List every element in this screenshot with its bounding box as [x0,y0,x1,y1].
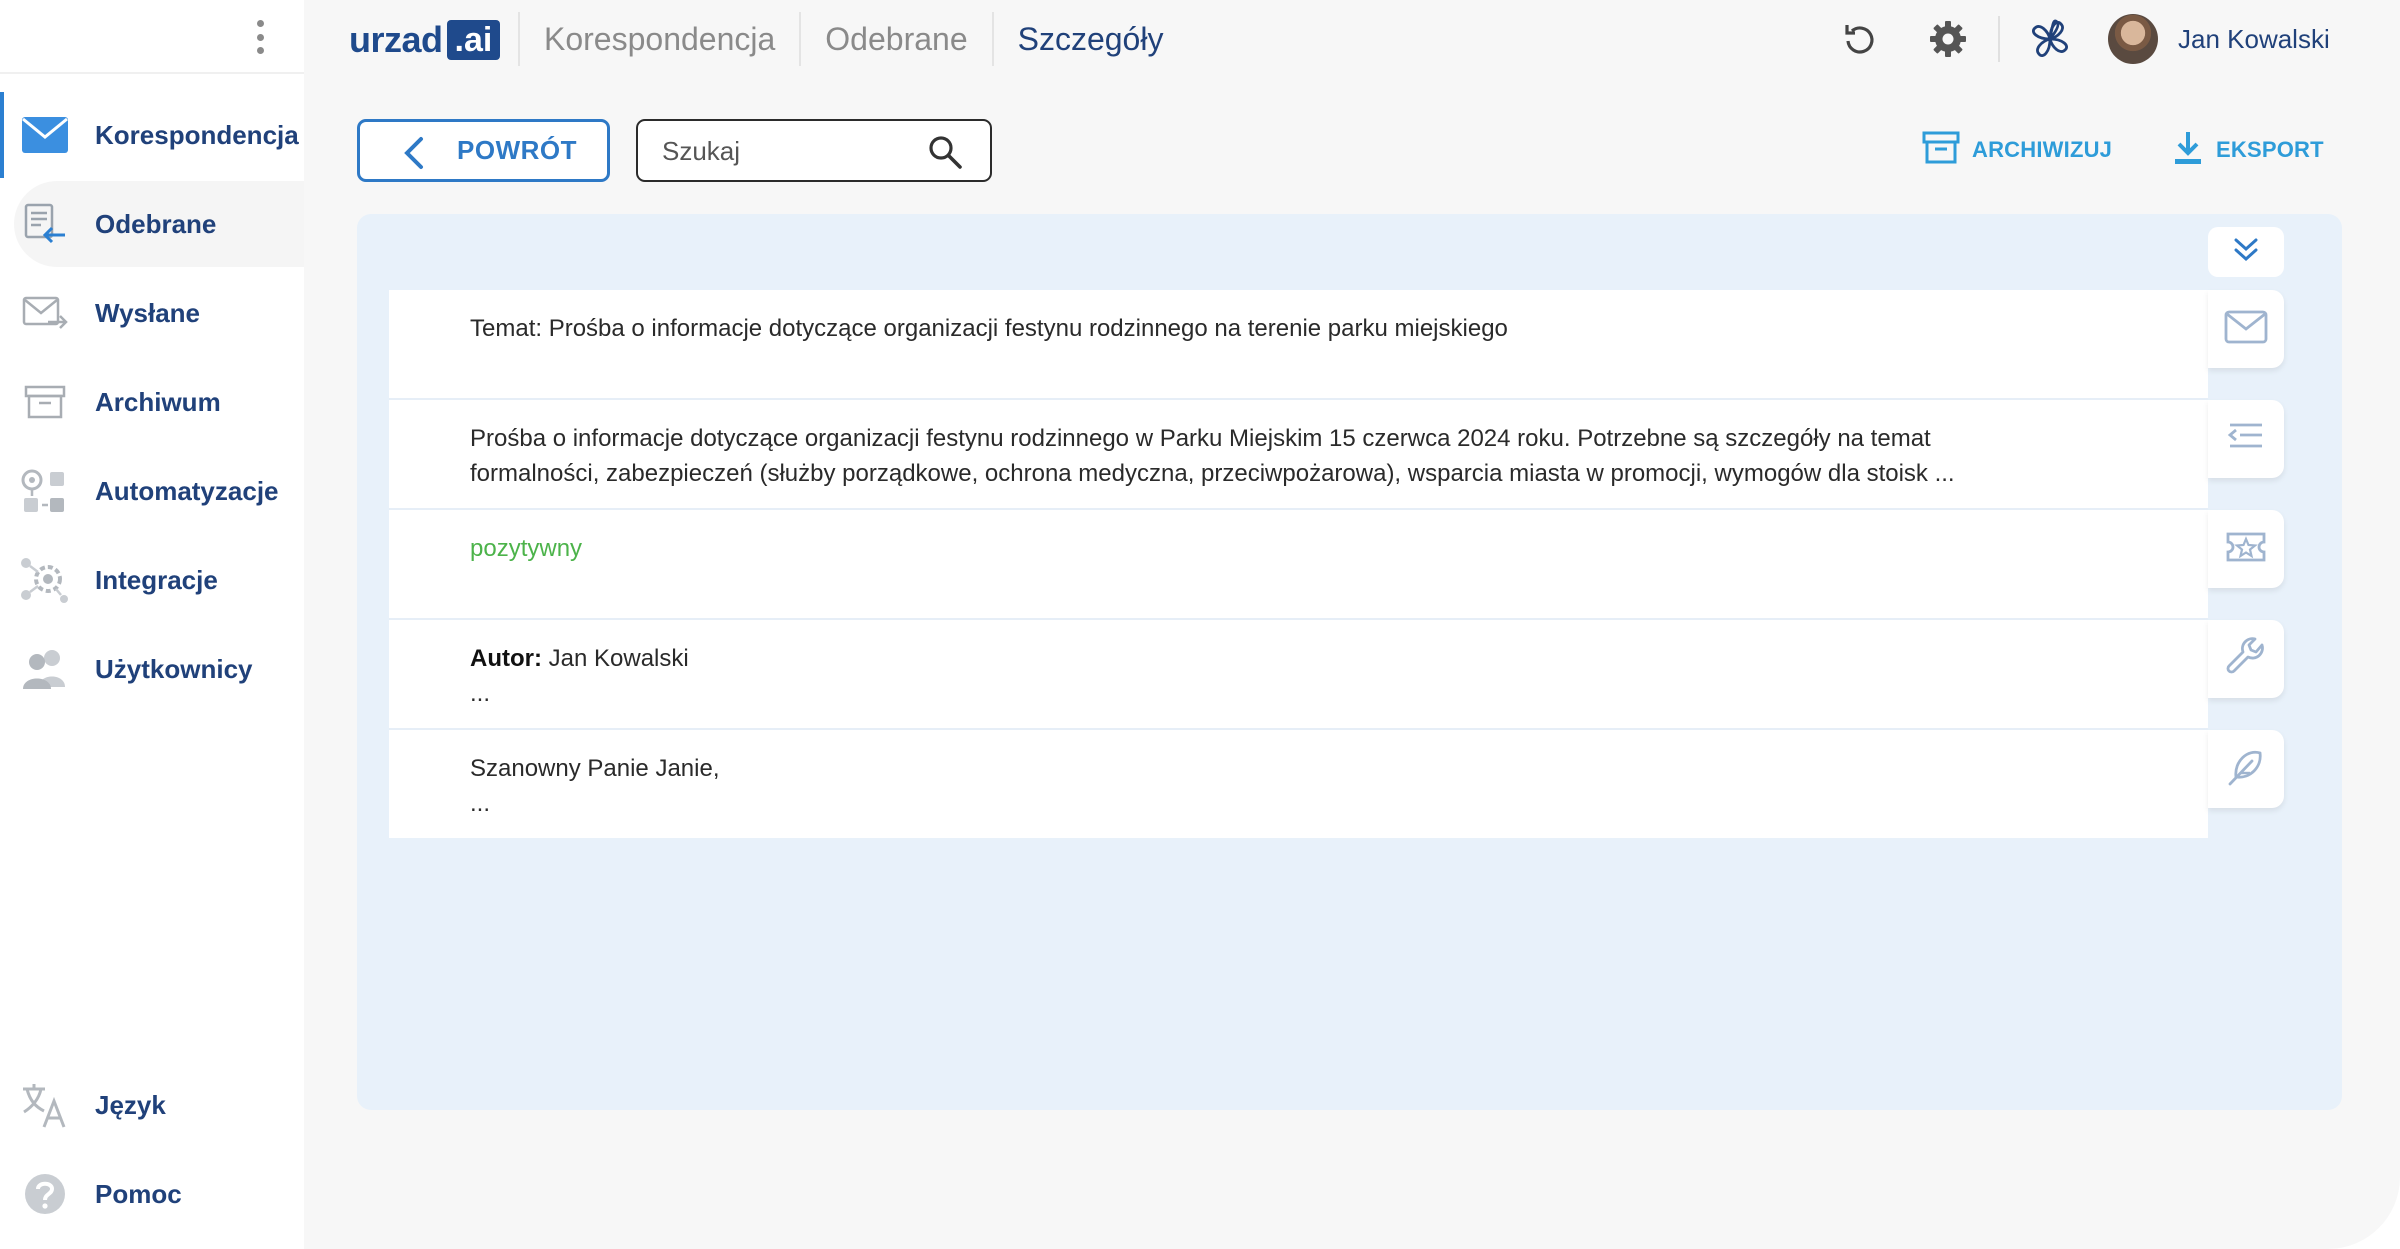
wrench-icon [2226,636,2266,682]
sidebar-item-label: Wysłane [95,297,201,328]
reply-text: Szanowny Panie Janie, ... [470,751,2190,821]
search-input[interactable] [662,135,912,167]
sidebar-header [0,0,304,74]
avatar[interactable] [2108,14,2158,64]
refresh-icon[interactable] [1836,10,1884,68]
archive-box-icon [1922,131,1960,170]
sidebar-item-label: Użytkownicy [95,653,253,684]
sentiment-value: pozytywny [470,535,583,562]
logo-text: urzad [349,19,443,60]
tab-tools[interactable] [2208,620,2284,698]
translate-icon [18,1080,72,1130]
logo-badge: .ai [446,20,501,60]
sidebar-item-automatyzacje[interactable]: Automatyzacje [0,448,304,534]
inbox-icon [18,199,72,249]
collapse-button[interactable] [2208,227,2284,277]
feather-icon [2226,747,2266,792]
subject-text: Temat: Prośba o informacje dotyczące org… [470,315,1508,342]
star-badge-icon [2224,530,2268,569]
summary-row: Prośba o informacje dotyczące organizacj… [389,400,2208,510]
help-icon [18,1169,72,1219]
download-icon [2172,130,2204,171]
sidebar-item-label: Archiwum [95,386,221,417]
active-indicator [0,92,4,178]
breadcrumb: Korespondencja Odebrane Szczegóły [518,0,1187,78]
tab-summary[interactable] [2208,400,2284,478]
sidebar-item-label: Język [95,1089,166,1120]
tab-reply[interactable] [2208,730,2284,808]
export-button-label: EKSPORT [2216,137,2324,162]
sentiment-row: pozytywny [389,510,2208,620]
mail-outline-icon [2224,310,2268,349]
sidebar-item-jezyk[interactable]: Język [0,1062,304,1148]
sent-icon [18,288,72,338]
sidebar-item-label: Integracje [95,564,218,595]
app-logo[interactable]: urzad .ai [349,18,501,62]
breadcrumb-odebrane[interactable]: Odebrane [801,21,991,58]
app-window: Korespondencja Odebrane Wysłane Archiwum [0,0,2400,1249]
sidebar-item-label: Automatyzacje [95,475,279,506]
archive-button[interactable]: ARCHIWIZUJ [1922,128,2112,172]
tab-sentiment[interactable] [2208,510,2284,588]
user-name[interactable]: Jan Kowalski [2178,24,2330,55]
reply-greeting: Szanowny Panie Janie, [470,755,720,782]
sidebar-item-wyslane[interactable]: Wysłane [0,270,304,356]
header-divider [1998,16,2000,62]
author-row: Autor: Jan Kowalski ... [389,620,2208,730]
details-list: Temat: Prośba o informacje dotyczące org… [389,290,2208,838]
sidebar-item-label: Pomoc [95,1178,182,1209]
author-text: Autor: Jan Kowalski ... [470,641,2190,711]
double-chevron-down-icon [2233,236,2259,269]
sidebar: Korespondencja Odebrane Wysłane Archiwum [0,0,304,1249]
author-label: Autor: [470,645,542,672]
reply-row: Szanowny Panie Janie, ... [389,730,2208,838]
summary-line: Prośba o informacje dotyczące organizacj… [470,425,1931,452]
back-button[interactable]: POWRÓT [357,119,610,182]
chevron-left-icon [402,136,426,175]
more-menu-icon[interactable] [250,20,270,54]
sidebar-item-uzytkownicy[interactable]: Użytkownicy [0,626,304,712]
author-name: Jan Kowalski [541,645,689,672]
summary-text: Prośba o informacje dotyczące organizacj… [470,421,2190,491]
sidebar-item-pomoc[interactable]: Pomoc [0,1151,304,1237]
reply-more: ... [470,790,491,817]
back-button-label: POWRÓT [457,135,577,165]
sidebar-item-archiwum[interactable]: Archiwum [0,359,304,445]
subject-row: Temat: Prośba o informacje dotyczące org… [389,290,2208,400]
details-panel: Temat: Prośba o informacje dotyczące org… [357,214,2342,1110]
header-actions: Jan Kowalski [1836,10,2400,68]
search-box [636,119,992,182]
tab-message[interactable] [2208,290,2284,368]
export-button[interactable]: EKSPORT [2172,128,2324,172]
author-more: ... [470,680,491,707]
archive-icon [18,377,72,427]
summary-lines-icon [2226,420,2266,459]
summary-line: formalności, zabezpieczeń (służby porząd… [470,460,1955,487]
users-icon [18,644,72,694]
search-icon[interactable] [928,135,962,174]
sidebar-item-label: Odebrane [95,208,217,239]
clover-icon[interactable] [2026,10,2074,68]
archive-button-label: ARCHIWIZUJ [1972,137,2113,162]
automation-icon [18,466,72,516]
gear-icon[interactable] [1924,10,1972,68]
integration-icon [18,555,72,605]
breadcrumb-korespondencja[interactable]: Korespondencja [520,21,799,58]
envelope-icon [18,110,72,160]
sidebar-item-label: Korespondencja [95,119,299,150]
sidebar-item-korespondencja[interactable]: Korespondencja [0,92,304,178]
sidebar-item-odebrane[interactable]: Odebrane [14,181,304,267]
breadcrumb-szczegoly: Szczegóły [1017,20,1164,57]
sidebar-item-integracje[interactable]: Integracje [0,537,304,623]
